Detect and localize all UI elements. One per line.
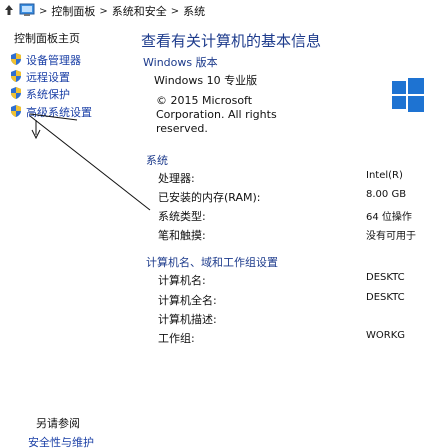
control-panel-home-link[interactable]: 控制面板主页 [14,30,80,46]
windows-logo-icon [390,76,426,112]
sidebar-item-remote-settings[interactable]: 远程设置 [26,69,70,85]
pen-touch-value: 没有可用于 [366,231,416,242]
sidebar-item-system-protection[interactable]: 系统保护 [26,86,70,102]
shield-icon [10,104,22,118]
shield-icon [10,69,22,83]
breadcrumb: > 控制面板 > 系统和安全 > 系统 [0,0,436,22]
ram-value: 8.00 GB [366,189,407,200]
system-type-label: 系统类型: [158,210,206,223]
control-panel-icon [19,3,35,20]
workgroup-value: WORKG [366,330,406,341]
computer-name-value: DESKTC [366,272,405,283]
computer-name-label: 计算机名: [158,274,206,287]
chevron-right-icon: > [170,5,180,17]
system-heading: 系统 [146,154,168,167]
shield-icon [10,86,22,100]
system-type-value: 64 位操作 [366,212,412,223]
chevron-right-icon: > [99,5,108,17]
up-arrow-icon[interactable] [4,4,14,19]
breadcrumb-system-security[interactable]: 系统和安全 [112,3,167,19]
pen-touch-label: 笔和触摸: [158,229,206,242]
main-content: 查看有关计算机的基本信息 Windows 版本 Windows 10 专业版 ©… [128,22,436,448]
security-maintenance-link[interactable]: 安全性与维护 [28,434,94,448]
workgroup-label: 工作组: [158,332,195,345]
shield-icon [10,52,22,66]
full-computer-name-value: DESKTC [366,292,405,303]
breadcrumb-control-panel[interactable]: 控制面板 [51,3,95,19]
sidebar-item-device-manager[interactable]: 设备管理器 [26,52,81,68]
chevron-right-icon: > [39,5,48,17]
breadcrumb-system[interactable]: 系统 [183,3,205,19]
windows-edition-value: Windows 10 专业版 [154,74,258,87]
computer-name-heading: 计算机名、域和工作组设置 [146,256,278,269]
page-title: 查看有关计算机的基本信息 [141,32,322,50]
full-computer-name-label: 计算机全名: [158,294,217,307]
processor-value: Intel(R) [366,170,403,181]
computer-description-label: 计算机描述: [158,313,217,326]
ram-label: 已安装的内存(RAM): [158,191,261,204]
see-also-heading: 另请参阅 [36,417,80,430]
processor-label: 处理器: [158,172,195,185]
sidebar-item-advanced-system-settings[interactable]: 高级系统设置 [26,104,92,120]
windows-edition-heading: Windows 版本 [143,56,218,69]
copyright-text: © 2015 Microsoft Corporation. All rights… [156,94,277,135]
left-navigation: 控制面板主页 设备管理器 远程设置 系统保护 高级系统设置 另请参阅 安全性与维… [0,22,128,448]
